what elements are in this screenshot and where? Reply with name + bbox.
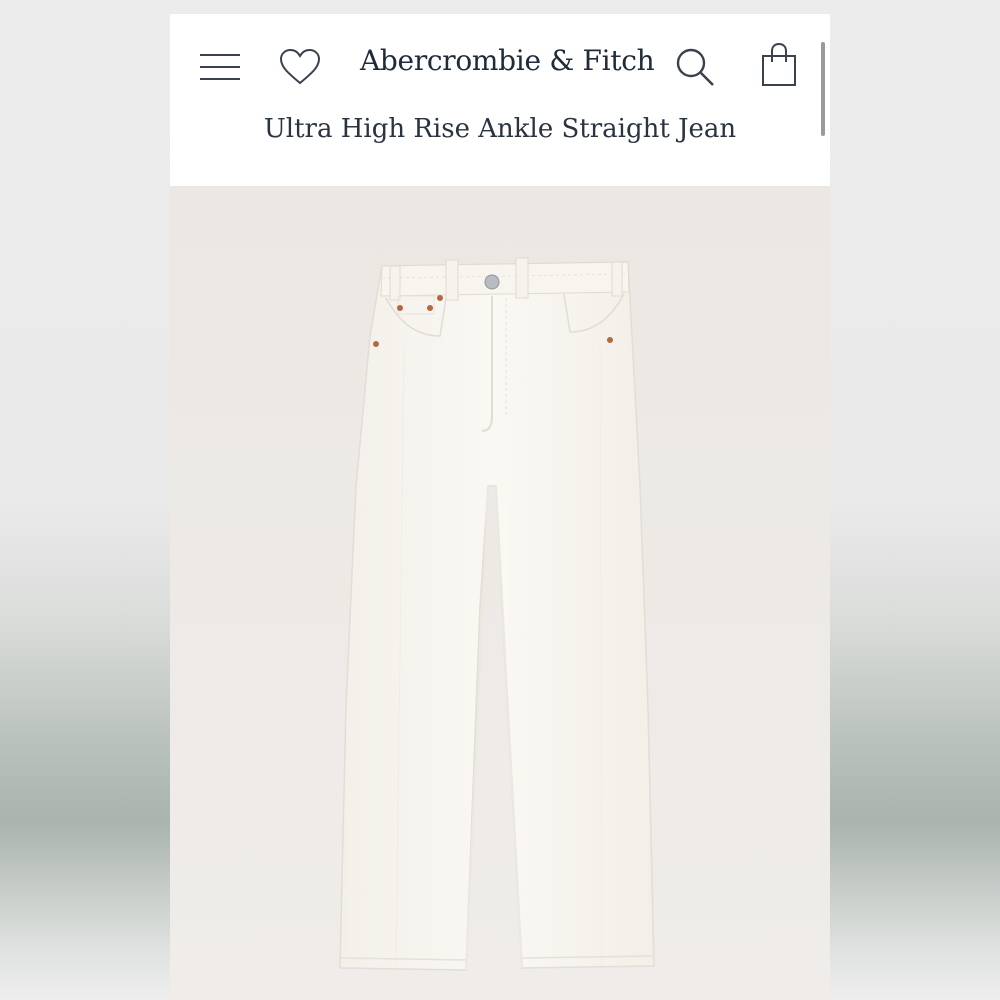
brand-logo[interactable]: Abercrombie & Fitch xyxy=(360,44,655,77)
heart-icon[interactable] xyxy=(278,48,322,86)
product-image[interactable] xyxy=(170,186,830,1000)
product-title: Ultra High Rise Ankle Straight Jean xyxy=(263,114,737,144)
scrollbar[interactable] xyxy=(821,42,825,136)
mobile-screen: Abercrombie & Fitch Ultra High Rise Ankl… xyxy=(170,14,830,1000)
search-icon[interactable] xyxy=(674,46,716,88)
site-header: Abercrombie & Fitch Ultra High Rise Ankl… xyxy=(170,14,830,186)
menu-icon[interactable] xyxy=(198,52,242,82)
shopping-bag-icon[interactable] xyxy=(760,42,798,88)
